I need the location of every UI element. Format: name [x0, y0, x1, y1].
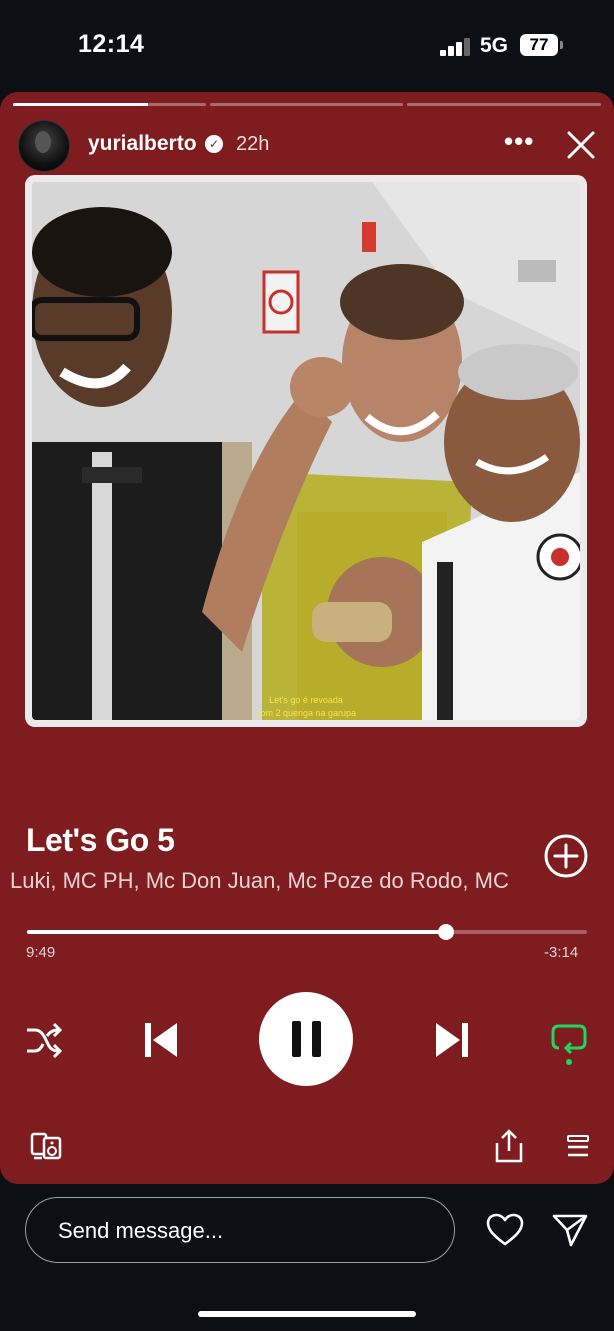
album-photo-illustration	[32, 182, 580, 720]
repeat-icon[interactable]	[551, 1022, 587, 1066]
status-time: 12:14	[78, 30, 145, 58]
seek-bar-fill	[27, 930, 446, 934]
elapsed-time: 9:49	[26, 944, 56, 961]
story-progress-3	[407, 103, 601, 106]
seek-thumb[interactable]	[437, 924, 454, 940]
send-direct-icon[interactable]	[552, 1213, 588, 1247]
battery-icon: 77	[520, 34, 558, 56]
home-indicator	[198, 1311, 416, 1317]
add-to-library-icon[interactable]	[544, 834, 588, 878]
seek-bar[interactable]	[27, 924, 587, 940]
avatar[interactable]	[18, 120, 70, 172]
story-card[interactable]: yurialberto ✓ 22h ••• Let's go é revoada…	[0, 92, 614, 1184]
verified-badge-icon: ✓	[205, 135, 223, 153]
caption-line-1: Let's go é revoada	[269, 695, 343, 705]
story-progress-fill	[13, 103, 149, 106]
caption-line-2: com 2 quenga na garupa	[255, 708, 357, 718]
share-icon[interactable]	[495, 1129, 523, 1163]
track-title[interactable]: Let's Go 5	[26, 822, 175, 859]
story-progress-1	[13, 103, 206, 106]
next-track-icon[interactable]	[434, 1021, 470, 1059]
close-icon[interactable]	[560, 124, 602, 166]
story-progress-2	[210, 103, 403, 106]
album-photo: Let's go é revoada com 2 quenga na garup…	[32, 182, 580, 720]
previous-track-icon[interactable]	[143, 1021, 179, 1059]
queue-icon[interactable]	[566, 1134, 590, 1158]
more-options-icon[interactable]: •••	[504, 126, 534, 157]
signal-icon	[440, 36, 472, 56]
track-artists[interactable]: Luki, MC PH, Mc Don Juan, Mc Poze do Rod…	[10, 868, 508, 894]
story-time: 22h	[236, 133, 270, 155]
shuffle-icon[interactable]	[25, 1022, 63, 1058]
pause-icon	[292, 1021, 321, 1057]
username[interactable]: yurialberto	[88, 132, 197, 156]
album-art: Let's go é revoada com 2 quenga na garup…	[25, 175, 587, 727]
like-heart-icon[interactable]	[486, 1213, 524, 1247]
send-message-placeholder: Send message...	[58, 1218, 224, 1243]
pause-button[interactable]	[259, 992, 353, 1086]
network-type: 5G	[480, 34, 509, 57]
remaining-time: -3:14	[544, 944, 579, 961]
album-art-caption: Let's go é revoada com 2 quenga na garup…	[32, 694, 580, 720]
connect-device-icon[interactable]	[30, 1132, 62, 1160]
send-message-input[interactable]: Send message...	[25, 1197, 455, 1263]
battery-tip	[560, 41, 563, 49]
